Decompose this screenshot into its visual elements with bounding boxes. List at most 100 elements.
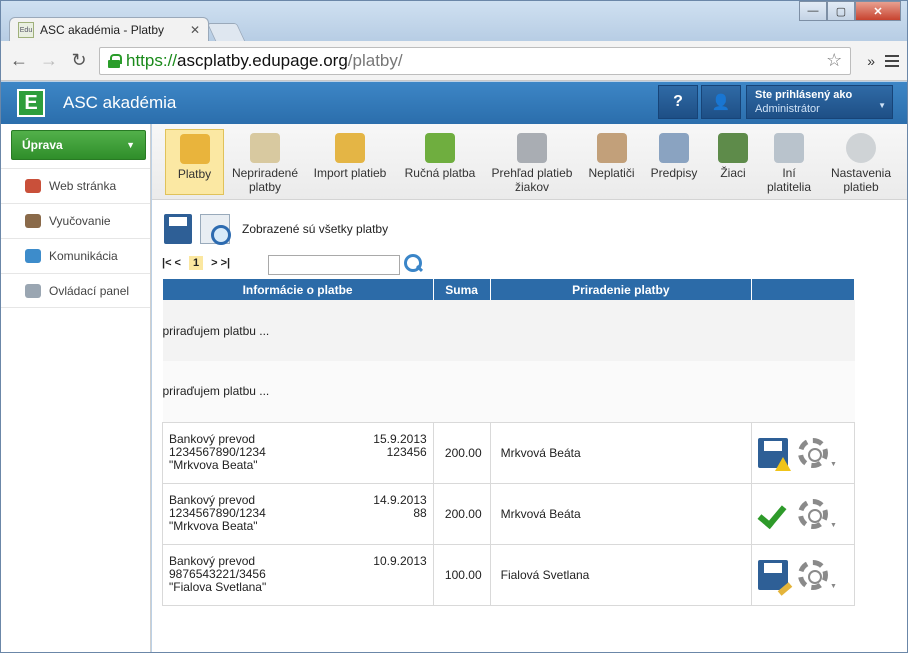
app-title: ASC akadémia xyxy=(63,93,177,112)
import-coins-icon xyxy=(335,133,365,163)
table-row: priraďujem platbu ... xyxy=(162,361,855,422)
toolbar-prehlad-platieb[interactable]: Prehľad platieb žiakov xyxy=(486,129,578,195)
browser-window: Edu ASC akadémia - Platby ✕ — ▢ ✕ ← → ↻ … xyxy=(0,0,908,653)
toolbar-import[interactable]: Import platieb xyxy=(310,129,390,195)
toolbar-nastavenia[interactable]: Nastavenia platieb xyxy=(824,129,898,195)
user-chat-button[interactable]: 👤 xyxy=(701,85,741,119)
toolbar-ziaci[interactable]: Žiaci xyxy=(710,129,756,195)
gear-icon xyxy=(846,133,876,163)
help-button[interactable]: ? xyxy=(658,85,698,119)
lock-icon xyxy=(108,53,122,68)
edupage-logo[interactable]: E xyxy=(17,89,45,117)
url-path: /platby/ xyxy=(347,50,403,70)
search-input[interactable] xyxy=(268,255,400,275)
col-header xyxy=(751,279,855,300)
close-window-icon[interactable]: ✕ xyxy=(855,1,901,21)
tab-close-icon[interactable]: ✕ xyxy=(190,23,200,37)
table-row[interactable]: Bankový prevod 1234567890/1234 "Mrkvova Be… xyxy=(162,482,855,545)
save-warning-icon[interactable] xyxy=(758,437,792,471)
pager: |< < 1 > >| xyxy=(162,256,230,270)
browser-menu-icon[interactable] xyxy=(885,54,899,67)
table-row[interactable]: Bankový prevod 1234567890/1234 "Mrkvova Be… xyxy=(162,421,855,484)
toolbar-nepriradene[interactable]: Nepriradené platby xyxy=(229,129,301,195)
toolbar-label: Nepriradené xyxy=(231,166,299,180)
chevron-down-icon: ▼ xyxy=(878,101,886,110)
gear-icon[interactable] xyxy=(798,498,829,529)
toolbar-platby[interactable]: Platby xyxy=(165,129,224,195)
toolbar-rucna-platba[interactable]: Ručná platba xyxy=(400,129,480,195)
chevron-down-icon: ▼ xyxy=(830,521,837,529)
search-document-icon[interactable] xyxy=(200,214,231,245)
tab-strip: Edu ASC akadémia - Platby ✕ — ▢ ✕ xyxy=(1,1,907,42)
students-icon xyxy=(718,133,748,163)
gear-icon[interactable] xyxy=(798,437,829,468)
sidebar-item-label: Web stránka xyxy=(49,179,117,193)
table-row[interactable]: Bankový prevod 9876543221/3456 "Fialova Sv… xyxy=(162,543,855,606)
uprava-label: Úprava xyxy=(22,138,63,152)
main-content: Zobrazené sú všetky platby |< < 1 > >| I… xyxy=(152,200,907,652)
calendar-icon xyxy=(659,133,689,163)
wallet-icon xyxy=(425,133,455,163)
toolbar-label: Predpisy xyxy=(650,166,698,180)
toolbar-ini-platitelia[interactable]: Iní platitelia xyxy=(762,129,816,195)
browser-tab[interactable]: Edu ASC akadémia - Platby ✕ xyxy=(9,17,209,42)
col-header: Informácie o platbe xyxy=(162,279,434,300)
payment-payer: "Fialova Svetlana" xyxy=(169,580,267,594)
toolbar-label: Iní xyxy=(782,166,796,180)
edupage-favicon-icon: Edu xyxy=(18,22,34,38)
table-header: Informácie o platbe Suma Priradenie plat… xyxy=(162,279,855,300)
extensions-chevron-icon[interactable]: » xyxy=(867,53,875,69)
payment-amount: 200.00 xyxy=(432,482,491,545)
address-bar-row: ← → ↻ https://ascplatby.edupage.org/plat… xyxy=(1,41,907,81)
sidebar-item-label: Komunikácia xyxy=(49,249,118,263)
toolbar-neplatici[interactable]: Neplatiči xyxy=(584,129,639,195)
payment-amount: 200.00 xyxy=(432,421,491,484)
app-header: E ASC akadémia ? 👤 Ste prihlásený ako Ad… xyxy=(1,82,907,124)
tab-title: ASC akadémia - Platby xyxy=(40,23,165,37)
sidebar-item-komunikacia[interactable]: Komunikácia xyxy=(1,238,150,273)
warning-icon xyxy=(775,456,792,471)
col-header: Suma xyxy=(433,279,491,300)
payment-amount: 100.00 xyxy=(432,543,491,606)
bookmark-star-icon[interactable]: ☆ xyxy=(826,50,842,71)
minimize-icon[interactable]: — xyxy=(799,1,827,21)
pager-first[interactable]: |< < xyxy=(162,257,181,269)
save-edit-icon[interactable] xyxy=(758,559,793,596)
uprava-button[interactable]: Úprava ▼ xyxy=(11,130,146,160)
sidebar-item-label: Vyučovanie xyxy=(49,214,111,228)
search-icon[interactable] xyxy=(404,254,422,272)
assigned-person: Mrkvová Beáta xyxy=(489,482,753,545)
url-field[interactable]: https://ascplatby.edupage.org/platby/ ☆ xyxy=(99,46,852,75)
toolbar-label: platby xyxy=(248,180,282,194)
sidebar: Úprava ▼ Web stránka Vyučovanie Komuniká… xyxy=(1,124,151,652)
toolbar-label: platieb xyxy=(843,180,879,194)
assigned-person: Fialová Svetlana xyxy=(489,543,753,606)
toolbar-predpisy[interactable]: Predpisy xyxy=(646,129,702,195)
sidebar-item-label: Ovládací panel xyxy=(49,283,130,298)
building-icon xyxy=(774,133,804,163)
toolbar-label: Ručná platba xyxy=(404,166,476,180)
unknown-coins-icon xyxy=(250,133,280,163)
user-chat-icon: 👤 xyxy=(711,94,731,111)
save-disk-icon[interactable] xyxy=(164,214,192,244)
gear-icon[interactable] xyxy=(798,559,829,590)
sidebar-item-web[interactable]: Web stránka xyxy=(1,168,150,203)
url-scheme: https:// xyxy=(126,50,178,70)
forward-arrow-icon[interactable]: → xyxy=(39,50,59,71)
pager-last[interactable]: > >| xyxy=(211,257,230,269)
sidebar-item-ovladaci-panel[interactable]: Ovládací panel xyxy=(1,273,150,308)
toolbar-label: platitelia xyxy=(766,180,812,194)
chevron-down-icon: ▼ xyxy=(126,140,135,150)
col-header: Priradenie platby xyxy=(490,279,753,300)
user-menu[interactable]: Ste prihlásený ako Administrátor ▼ xyxy=(746,85,893,119)
pager-current-page[interactable]: 1 xyxy=(188,256,204,270)
payment-payer: "Mrkvova Beata" xyxy=(169,519,258,533)
new-tab-button[interactable] xyxy=(206,23,246,41)
login-label: Ste prihlásený ako xyxy=(755,89,853,101)
reload-icon[interactable]: ↻ xyxy=(69,50,89,71)
sidebar-item-vyucovanie[interactable]: Vyučovanie xyxy=(1,203,150,238)
assigned-person: Mrkvová Beáta xyxy=(489,421,753,484)
toolbar-label: Žiaci xyxy=(720,166,746,180)
maximize-icon[interactable]: ▢ xyxy=(827,1,855,21)
back-arrow-icon[interactable]: ← xyxy=(9,50,29,71)
